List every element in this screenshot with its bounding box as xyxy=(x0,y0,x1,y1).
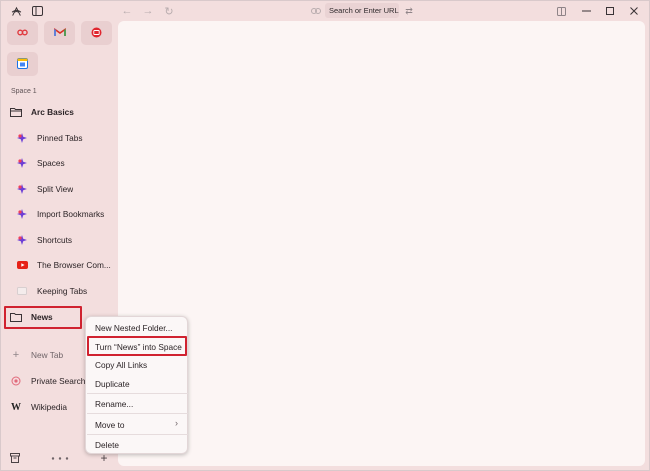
folder-label: Arc Basics xyxy=(31,107,74,117)
back-icon[interactable]: ← xyxy=(120,4,134,18)
pinned-app-4[interactable] xyxy=(7,52,38,76)
pinned-app-2[interactable] xyxy=(44,21,75,45)
youtube-icon xyxy=(15,258,29,272)
menu-item-copy-all-links[interactable]: Copy All Links xyxy=(95,360,147,370)
menu-item-move-to[interactable]: Move to xyxy=(95,420,125,430)
private-search-icon xyxy=(9,374,23,388)
menu-divider xyxy=(87,434,188,435)
tab-label: Spaces xyxy=(37,158,65,168)
archive-icon[interactable] xyxy=(8,451,22,465)
tab-label: Wikipedia xyxy=(31,402,67,412)
arc-logo-icon xyxy=(15,131,29,145)
tab-label: Shortcuts xyxy=(37,235,73,245)
tab-label: Private Search Er xyxy=(31,376,89,386)
url-bar[interactable]: Search or Enter URL... xyxy=(325,3,399,18)
menu-item-delete[interactable]: Delete xyxy=(95,440,119,450)
arc-logo-icon xyxy=(15,233,29,247)
maximize-icon[interactable] xyxy=(603,4,617,18)
link-icon[interactable] xyxy=(309,4,323,18)
menu-item-new-nested-folder[interactable]: New Nested Folder... xyxy=(95,323,172,333)
tab-private-search[interactable]: Private Search Er xyxy=(9,372,89,390)
title-bar: ← → ↻ Search or Enter URL... ⇄ xyxy=(1,1,649,21)
pinned-app-3[interactable] xyxy=(81,21,112,45)
site-controls-icon[interactable]: ⇄ xyxy=(402,4,416,18)
page-icon xyxy=(15,284,29,298)
new-tab-label: New Tab xyxy=(31,350,64,360)
arc-logo-icon xyxy=(15,182,29,196)
tab-label: Import Bookmarks xyxy=(37,209,105,219)
pinned-app-1[interactable] xyxy=(7,21,38,45)
menu-item-duplicate[interactable]: Duplicate xyxy=(95,379,130,389)
menu-divider xyxy=(87,393,188,394)
minimize-icon[interactable] xyxy=(579,4,593,18)
forward-icon[interactable]: → xyxy=(141,4,155,18)
tab-keeping-tabs[interactable]: Keeping Tabs xyxy=(15,282,119,300)
reload-icon[interactable]: ↻ xyxy=(162,4,176,18)
menu-item-rename[interactable]: Rename... xyxy=(95,399,133,409)
close-icon[interactable] xyxy=(627,4,641,18)
wikipedia-icon: W xyxy=(11,401,21,413)
sidebar-toggle-icon[interactable] xyxy=(30,4,44,18)
calendar-app-icon xyxy=(17,57,28,71)
space-label: Space 1 xyxy=(11,88,37,95)
arc-logo-icon xyxy=(15,207,29,221)
tab-label: Pinned Tabs xyxy=(37,133,83,143)
spaces-dots-icon[interactable] xyxy=(50,451,70,465)
infinity-app-icon xyxy=(17,28,28,38)
tab-pinned-tabs[interactable]: Pinned Tabs xyxy=(15,129,119,147)
arc-logo-icon xyxy=(15,156,29,170)
folder-arc-basics[interactable]: Arc Basics xyxy=(9,103,113,121)
tab-spaces[interactable]: Spaces xyxy=(15,154,119,172)
tab-import-bookmarks[interactable]: Import Bookmarks xyxy=(15,205,119,223)
tab-split-view[interactable]: Split View xyxy=(15,180,119,198)
folder-open-icon xyxy=(9,105,23,119)
news-highlight-box xyxy=(4,306,82,329)
tab-browser-company[interactable]: The Browser Com... xyxy=(15,256,119,274)
tab-label: Split View xyxy=(37,184,74,194)
tab-label: Keeping Tabs xyxy=(37,286,88,296)
menu-divider xyxy=(87,413,188,414)
chevron-right-icon: › xyxy=(175,418,178,428)
web-content-area[interactable] xyxy=(118,21,645,466)
arc-browser-window: ← → ↻ Search or Enter URL... ⇄ Space 1 A… xyxy=(0,0,650,471)
arc-menu-icon[interactable] xyxy=(9,4,23,18)
turn-into-space-highlight-box xyxy=(87,336,187,356)
tab-shortcuts[interactable]: Shortcuts xyxy=(15,231,119,249)
split-view-icon[interactable] xyxy=(554,4,568,18)
gmail-icon xyxy=(53,27,66,39)
plus-icon: + xyxy=(12,349,20,361)
camera-app-icon xyxy=(91,27,102,40)
tab-label: The Browser Com... xyxy=(37,260,111,270)
